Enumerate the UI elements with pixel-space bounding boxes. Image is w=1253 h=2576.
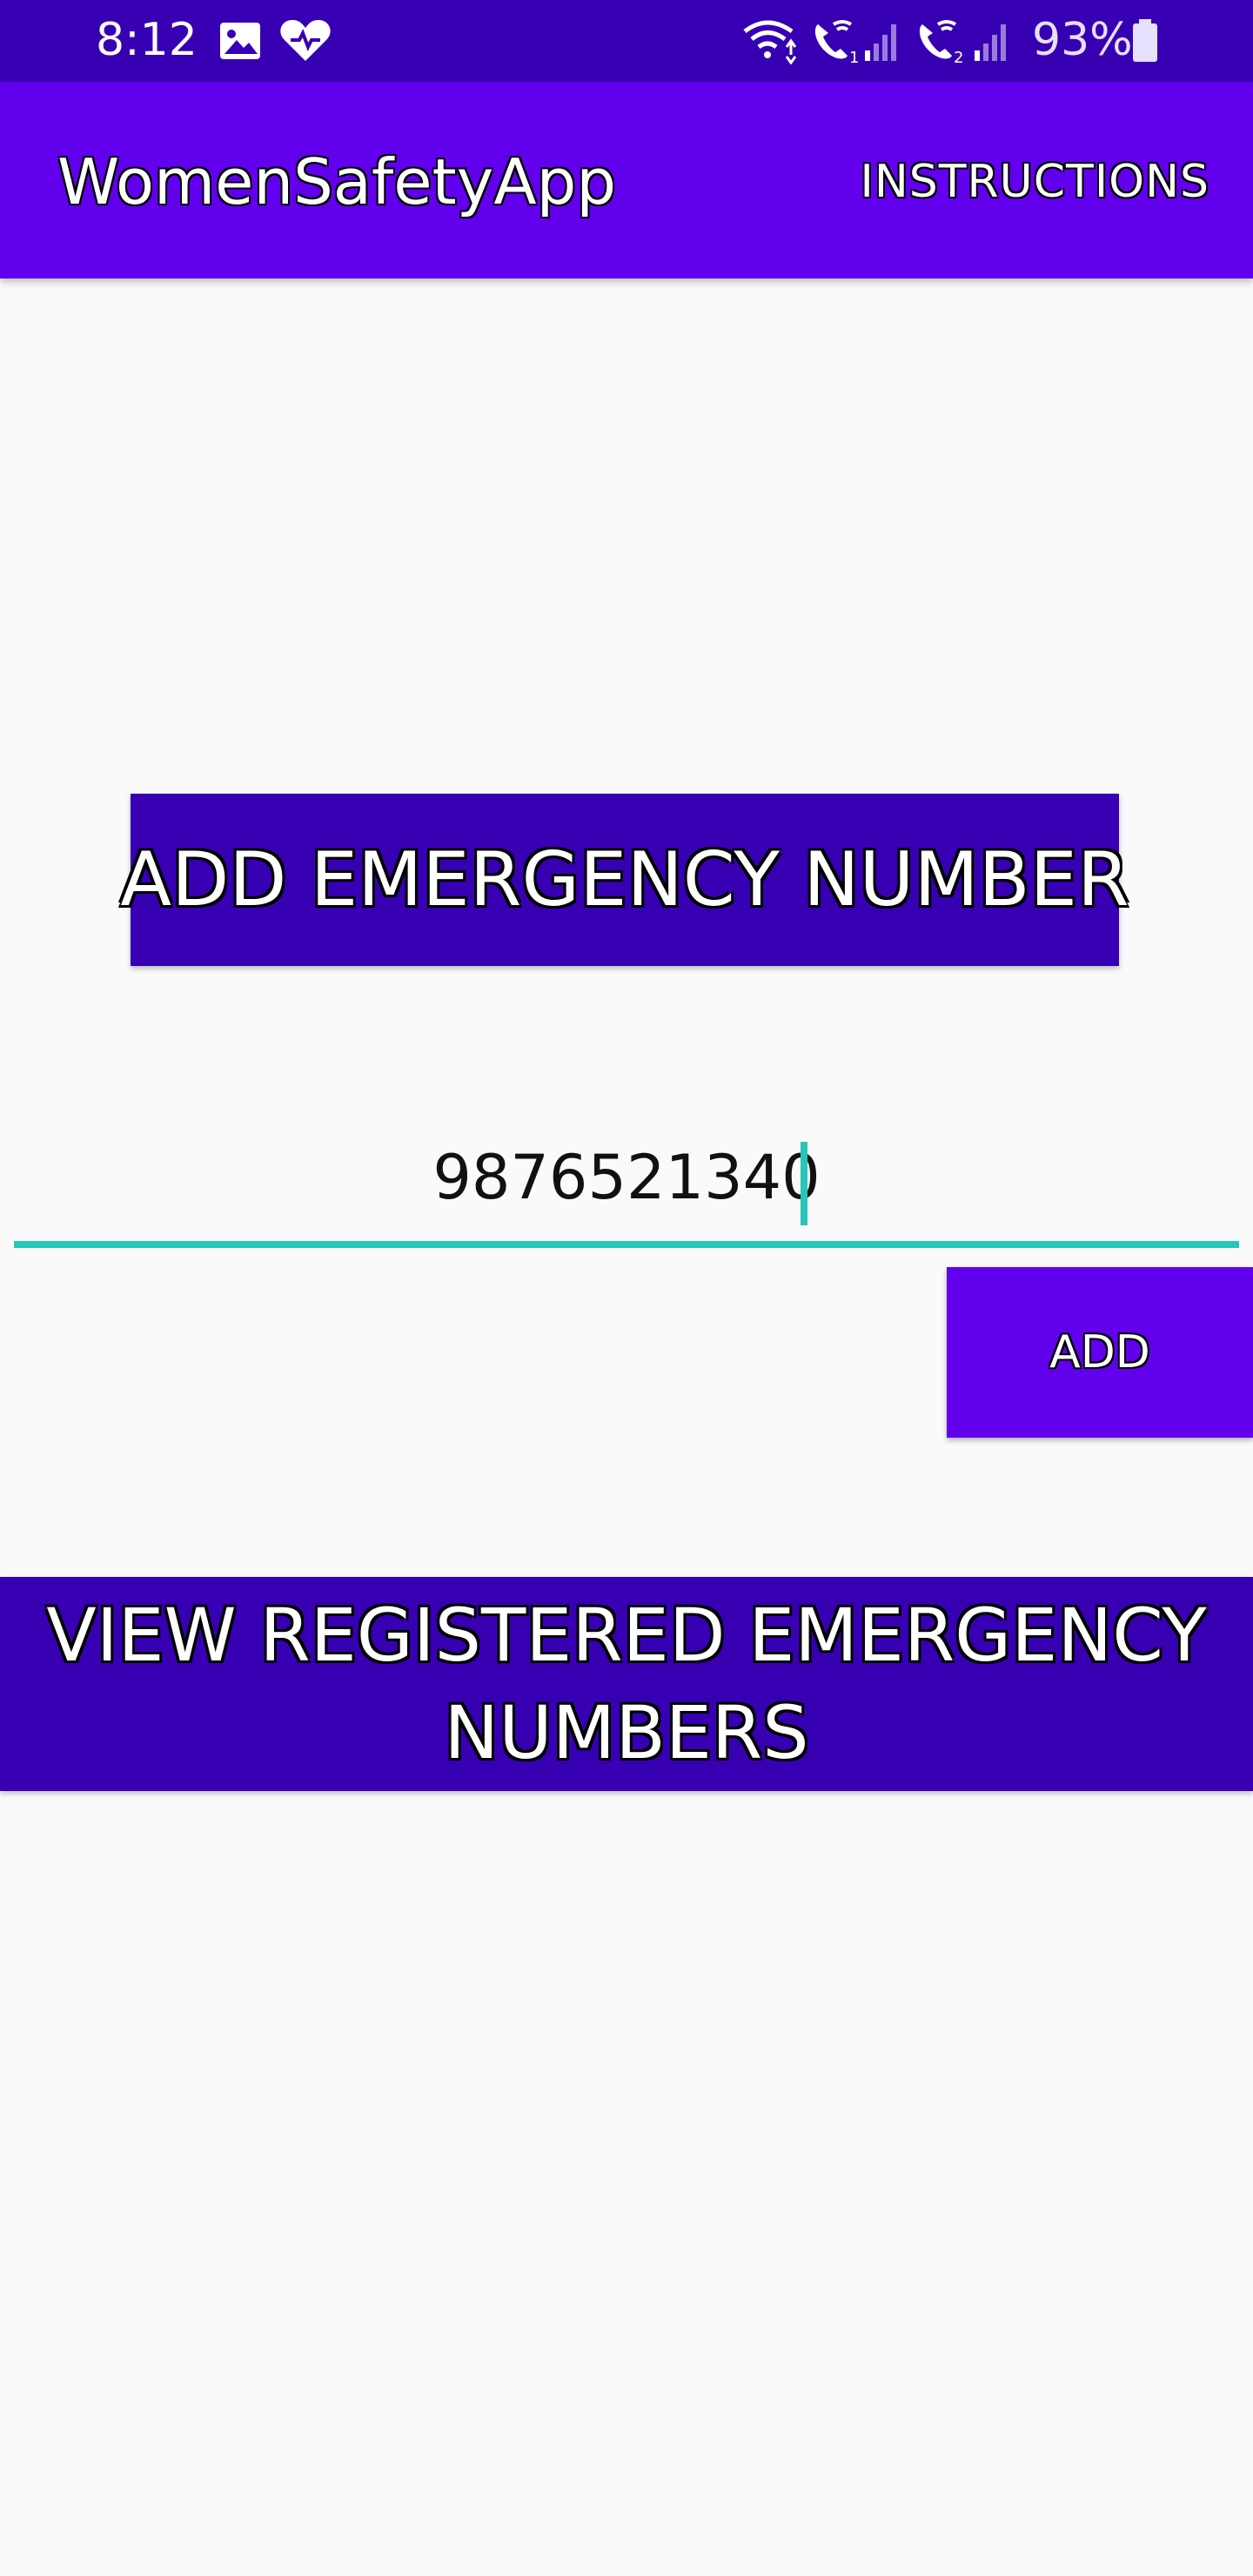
text-cursor <box>801 1142 807 1225</box>
app-title: WomenSafetyApp <box>57 145 617 218</box>
signal-1-icon <box>865 24 896 61</box>
wifi-call-1-icon: 1 <box>814 20 859 64</box>
svg-text:1: 1 <box>849 49 859 64</box>
add-emergency-number-header: ADD EMERGENCY NUMBER <box>120 794 1129 966</box>
phone-number-field[interactable] <box>14 1123 1239 1248</box>
battery-icon <box>1133 19 1157 62</box>
add-button[interactable]: ADD <box>947 1267 1253 1438</box>
status-bar: 8:12 1 2 93% <box>0 0 1253 82</box>
svg-text:2: 2 <box>954 49 963 64</box>
view-registered-numbers-label: VIEW REGISTERED EMERGENCY NUMBERS <box>46 1593 1207 1775</box>
battery-percentage: 93% <box>1032 14 1133 66</box>
wifi-call-2-icon: 2 <box>919 20 963 64</box>
app-bar: WomenSafetyApp INSTRUCTIONS <box>0 82 1253 278</box>
phone-number-input[interactable] <box>14 1131 1239 1224</box>
gallery-icon <box>220 23 260 59</box>
instructions-button[interactable]: INSTRUCTIONS <box>861 151 1209 212</box>
health-heart-icon <box>280 19 331 61</box>
view-registered-numbers-button[interactable]: VIEW REGISTERED EMERGENCY NUMBERS <box>0 1577 1253 1791</box>
signal-2-icon <box>975 24 1006 61</box>
add-emergency-number-label: ADD EMERGENCY NUMBER <box>120 836 1129 923</box>
wifi-icon <box>743 20 797 64</box>
add-button-label: ADD <box>1049 1326 1150 1379</box>
status-time: 8:12 <box>96 14 198 66</box>
